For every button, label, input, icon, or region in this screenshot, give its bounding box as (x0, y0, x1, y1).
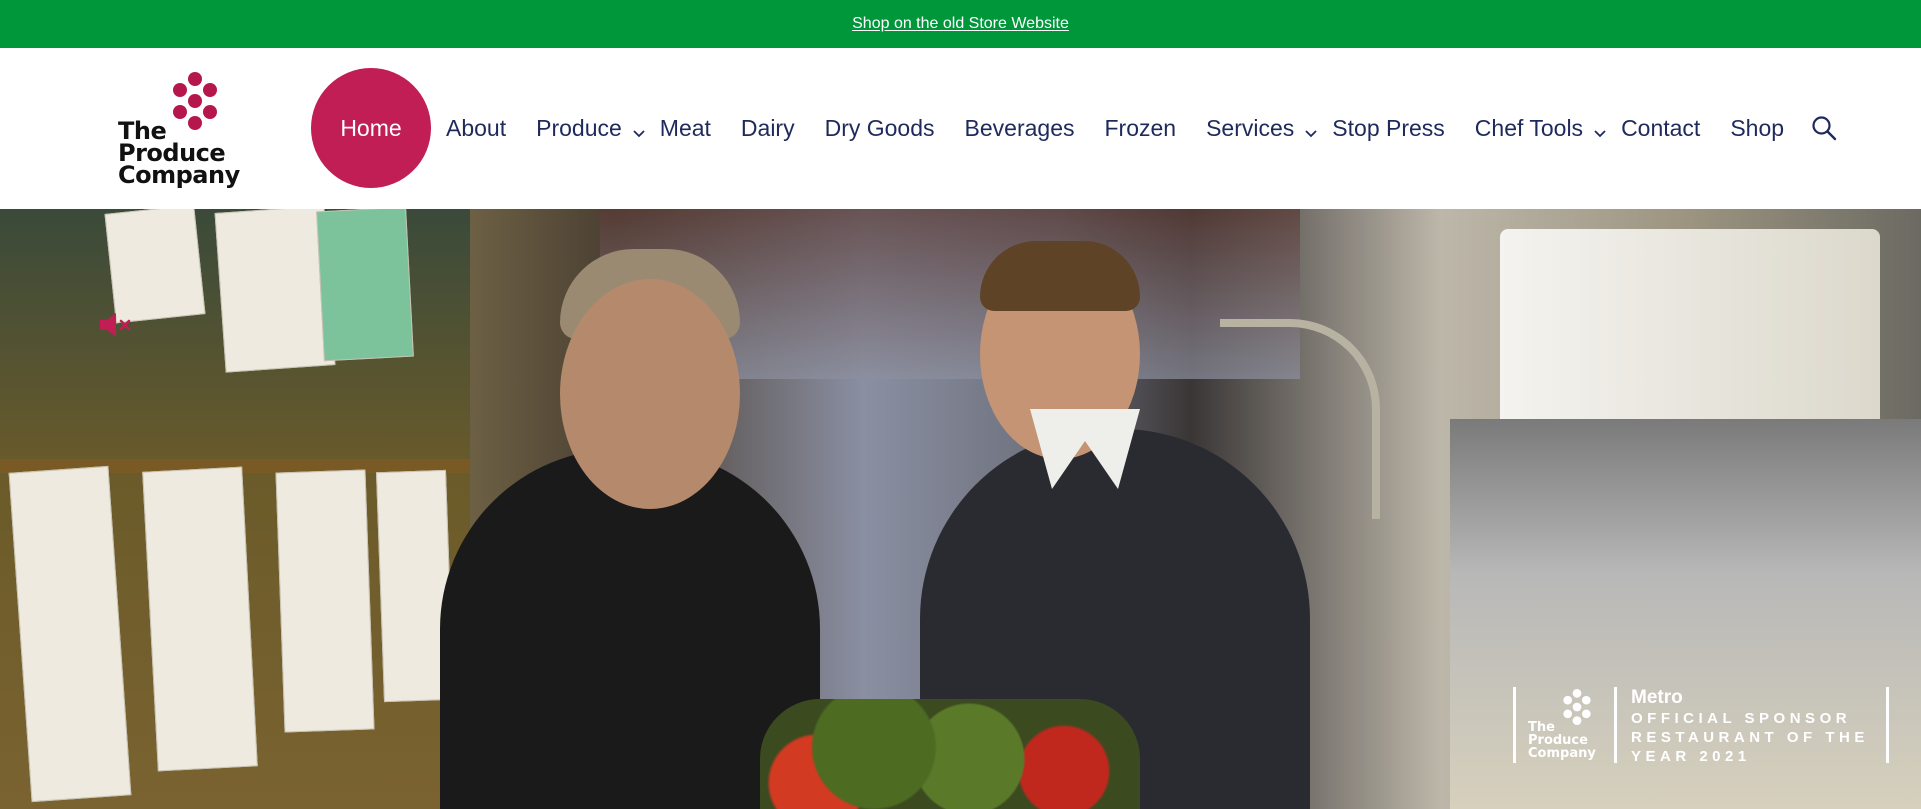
search-icon (1812, 116, 1837, 141)
nav-item-meat[interactable]: Meat (660, 115, 711, 142)
nav-item-home[interactable]: Home (311, 68, 431, 188)
hero-bg-paper (275, 469, 375, 733)
badge-divider (1886, 687, 1889, 763)
chevron-down-icon[interactable] (1593, 126, 1607, 140)
nav-item-chef-tools-label: Chef Tools (1474, 114, 1584, 141)
nav-item-stop-press[interactable]: Stop Press (1332, 115, 1445, 142)
mute-icon[interactable] (98, 311, 132, 339)
logo-wordmark: The Produce Company (118, 119, 240, 189)
hero-video[interactable]: The Produce Company Metro OFFICIAL SPONS… (0, 209, 1921, 809)
chevron-down-icon[interactable] (1304, 126, 1318, 140)
badge-line-2: RESTAURANT OF THE (1631, 729, 1869, 746)
hero-vegetable-crate (760, 699, 1140, 809)
nav-item-produce[interactable]: Produce (536, 115, 646, 142)
nav-item-dry-goods[interactable]: Dry Goods (825, 115, 935, 142)
badge-line-3: YEAR 2021 (1631, 748, 1751, 765)
chevron-down-icon[interactable] (632, 126, 646, 140)
sponsor-badge: The Produce Company Metro OFFICIAL SPONS… (1513, 687, 1889, 765)
hero-bg-cups (1500, 229, 1880, 429)
badge-line-1: OFFICIAL SPONSOR (1631, 710, 1852, 727)
nav-item-about[interactable]: About (446, 115, 506, 142)
nav-item-services-label: Services (1206, 114, 1295, 141)
nav-item-contact[interactable]: Contact (1621, 115, 1700, 142)
old-store-link[interactable]: Shop on the old Store Website (852, 15, 1069, 33)
nav-item-frozen[interactable]: Frozen (1105, 115, 1177, 142)
main-nav: Home About Produce Meat Dairy Dry Goods … (311, 68, 1838, 188)
badge-logo-line-3: Company (1528, 746, 1596, 761)
hero-bg-paper (316, 209, 414, 362)
search-button[interactable] (1810, 114, 1838, 142)
logo-dots-icon (1563, 689, 1591, 725)
site-logo[interactable]: The Produce Company (118, 72, 240, 190)
nav-item-chef-tools[interactable]: Chef Tools (1475, 115, 1607, 142)
nav-item-beverages[interactable]: Beverages (965, 115, 1075, 142)
badge-sponsor-text: Metro OFFICIAL SPONSOR RESTAURANT OF THE… (1617, 687, 1886, 765)
badge-brand: Metro (1631, 687, 1683, 708)
logo-line-3: Company (118, 161, 240, 189)
nav-item-shop[interactable]: Shop (1730, 115, 1784, 142)
hero-bg-paper (142, 466, 258, 772)
nav-item-services[interactable]: Services (1206, 115, 1318, 142)
site-header: The Produce Company Home About Produce M… (0, 48, 1921, 209)
badge-logo: The Produce Company (1516, 687, 1614, 763)
hero-bg-paper (104, 209, 206, 324)
hero-person-right-hair (980, 241, 1140, 311)
hero-person-left-head (560, 279, 740, 509)
nav-item-produce-label: Produce (536, 114, 622, 141)
nav-item-dairy[interactable]: Dairy (741, 115, 795, 142)
announcement-bar: Shop on the old Store Website (0, 0, 1921, 48)
badge-logo-wordmark: The Produce Company (1528, 721, 1596, 760)
